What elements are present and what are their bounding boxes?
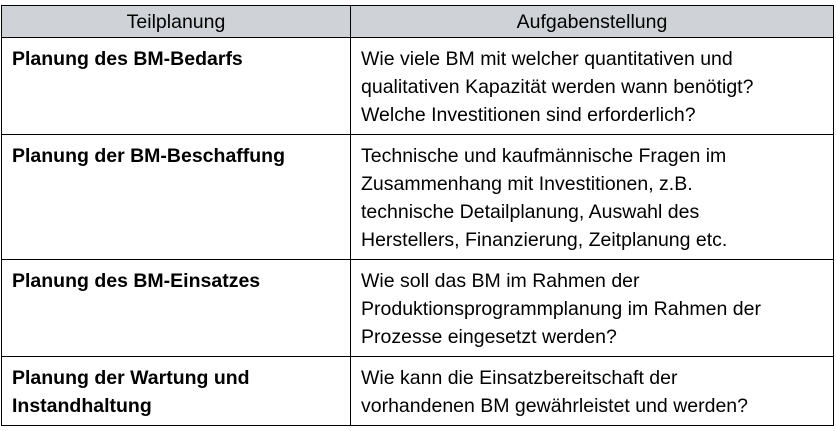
- row-label-line: Instandhaltung: [12, 395, 152, 417]
- table-row: Planung der Wartung und Instandhaltung W…: [1, 356, 834, 426]
- row-label: Planung des BM-Bedarfs: [1, 37, 351, 135]
- row-label: Planung des BM-Einsatzes: [1, 259, 351, 357]
- description-line: qualitativen Kapazität werden wann benöt…: [361, 76, 754, 98]
- row-description: Wie kann die Einsatzbereitschaft der vor…: [350, 356, 834, 426]
- description-line: technische Detailplanung, Auswahl des: [361, 201, 700, 223]
- description-line: Prozesse eingesetzt werden?: [361, 326, 617, 348]
- description-line: Wie kann die Einsatzbereitschaft der: [361, 367, 678, 389]
- row-description: Wie soll das BM im Rahmen der Produktion…: [350, 259, 834, 357]
- description-line: Zusammenhang mit Investitionen, z.B.: [361, 173, 693, 195]
- header-aufgabenstellung: Aufgabenstellung: [350, 5, 834, 38]
- row-label: Planung der BM-Beschaffung: [1, 134, 351, 260]
- header-row: Teilplanung Aufgabenstellung: [1, 5, 834, 38]
- description-line: Welche Investitionen sind erforderlich?: [361, 104, 696, 126]
- description-line: Technische und kaufmännische Fragen im: [361, 145, 727, 167]
- description-line: vorhandenen BM gewährleistet und werden?: [361, 395, 749, 417]
- description-line: Herstellers, Finanzierung, Zeitplanung e…: [361, 229, 728, 251]
- description-line: Wie viele BM mit welcher quantitativen u…: [361, 48, 733, 70]
- row-description: Wie viele BM mit welcher quantitativen u…: [350, 37, 834, 135]
- header-teilplanung: Teilplanung: [1, 5, 351, 38]
- planning-table: Teilplanung Aufgabenstellung Planung des…: [1, 5, 834, 426]
- table-row: Planung des BM-Bedarfs Wie viele BM mit …: [1, 37, 834, 135]
- row-label: Planung der Wartung und Instandhaltung: [1, 356, 351, 426]
- table-row: Planung des BM-Einsatzes Wie soll das BM…: [1, 259, 834, 357]
- description-line: Wie soll das BM im Rahmen der: [361, 270, 640, 292]
- row-description: Technische und kaufmännische Fragen im Z…: [350, 134, 834, 260]
- row-label-line: Planung der Wartung und: [12, 367, 250, 389]
- table-row: Planung der BM-Beschaffung Technische un…: [1, 134, 834, 260]
- description-line: Produktionsprogrammplanung im Rahmen der: [361, 298, 761, 320]
